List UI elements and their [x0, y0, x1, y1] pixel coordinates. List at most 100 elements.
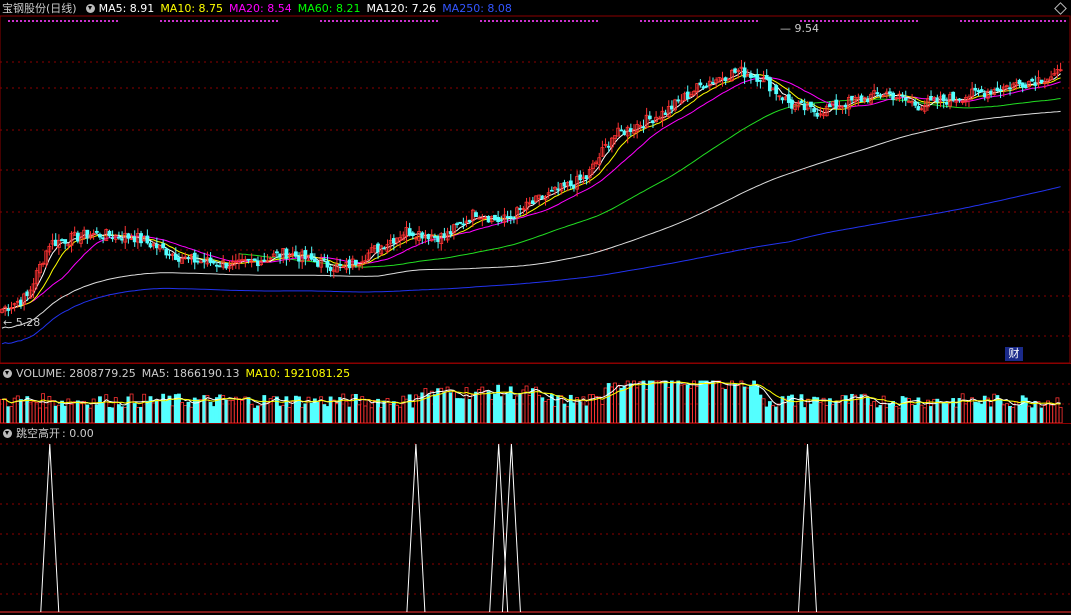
- signal-dot: [832, 20, 834, 22]
- price-chart[interactable]: — 9.54 ← 5.28: [0, 0, 1071, 364]
- volume-bar: [486, 391, 491, 424]
- signal-dot: [908, 20, 910, 22]
- signal-dot: [1024, 20, 1026, 22]
- signal-dot: [544, 20, 546, 22]
- volume-bar: [530, 388, 535, 424]
- signal-dot: [68, 20, 70, 22]
- signal-dot: [108, 20, 110, 22]
- volume-bar: [243, 396, 248, 424]
- signal-dot: [196, 20, 198, 22]
- volume-bar: [534, 386, 538, 424]
- volume-bar: [644, 388, 649, 424]
- ma20-line: [1, 76, 1061, 310]
- candle-down: [284, 248, 289, 259]
- volume-bar: [628, 383, 633, 424]
- candle-down: [252, 258, 257, 261]
- volume-chart[interactable]: [0, 364, 1071, 424]
- candle-down: [530, 200, 535, 204]
- volume-bar: [701, 380, 706, 424]
- candle-down: [186, 256, 191, 259]
- volume-bar: [117, 404, 121, 424]
- signal-dot: [396, 20, 398, 22]
- volume-bar: [976, 402, 981, 424]
- volume-bar: [410, 407, 415, 424]
- signal-dot: [1048, 20, 1050, 22]
- candle-down: [25, 291, 30, 297]
- volume-bar: [170, 405, 175, 424]
- high-price-label: — 9.54: [780, 22, 819, 35]
- candle-down: [167, 253, 172, 256]
- volume-bar: [796, 401, 801, 424]
- candle-down: [742, 67, 747, 78]
- volume-bar: [79, 403, 83, 424]
- candle-down: [338, 264, 343, 266]
- candle-down: [799, 100, 804, 103]
- signal-dot: [488, 20, 490, 22]
- signal-dot: [680, 20, 682, 22]
- volume-bar: [28, 401, 33, 424]
- candle-down: [584, 175, 589, 180]
- volume-bar: [660, 381, 665, 424]
- candle-down: [376, 243, 380, 253]
- signal-dot: [344, 20, 346, 22]
- signal-dot: [384, 20, 386, 22]
- signal-dot: [416, 20, 418, 22]
- signal-dot: [1016, 20, 1018, 22]
- ma60-line: [238, 98, 1061, 268]
- volume-bar: [347, 406, 352, 424]
- candle-down: [420, 232, 425, 239]
- candle-down: [75, 232, 80, 242]
- candle-down: [647, 115, 652, 120]
- volume-bar: [1049, 404, 1054, 424]
- signal-dot: [1044, 20, 1046, 22]
- signal-dot: [800, 20, 802, 22]
- candle-down: [1020, 82, 1025, 88]
- volume-bar: [635, 387, 640, 424]
- candle-down: [651, 120, 655, 124]
- candle-down: [663, 112, 668, 115]
- finance-badge[interactable]: 财: [1005, 347, 1023, 361]
- volume-bar: [704, 380, 709, 424]
- volume-bar: [663, 380, 668, 424]
- signal-dot: [844, 20, 846, 22]
- volume-bar: [470, 394, 475, 424]
- candle-down: [120, 238, 124, 241]
- candle-down: [474, 212, 478, 218]
- volume-bar: [246, 397, 251, 424]
- candle-down: [1030, 78, 1035, 82]
- signal-dot: [1020, 20, 1022, 22]
- signal-dot: [36, 20, 38, 22]
- candle-down: [461, 223, 466, 226]
- indicator-chart[interactable]: [0, 424, 1071, 615]
- candle-down: [670, 105, 674, 110]
- candle-down: [752, 75, 756, 78]
- candle-down: [426, 234, 431, 240]
- signal-dot: [260, 20, 262, 22]
- volume-bar: [1039, 407, 1044, 424]
- volume-bar: [821, 397, 826, 424]
- volume-bar: [1001, 404, 1006, 424]
- volume-bar: [15, 395, 20, 424]
- volume-bar: [954, 406, 959, 424]
- signal-dot: [204, 20, 206, 22]
- signal-dot: [272, 20, 274, 22]
- signal-dot: [708, 20, 710, 22]
- volume-bar: [56, 404, 61, 424]
- candle-down: [486, 216, 491, 223]
- candle-down: [749, 73, 753, 78]
- candle-down: [903, 97, 908, 101]
- volume-bar: [499, 396, 504, 424]
- signal-dot: [864, 20, 866, 22]
- signal-dot: [912, 20, 914, 22]
- signal-dot: [740, 20, 742, 22]
- signal-dot: [900, 20, 902, 22]
- volume-bar: [651, 380, 655, 424]
- signal-dot: [572, 20, 574, 22]
- volume-bar: [237, 398, 241, 424]
- signal-dot: [40, 20, 42, 22]
- volume-bar: [1055, 397, 1060, 424]
- signal-dot: [656, 20, 658, 22]
- candle-down: [549, 189, 554, 192]
- signal-dot: [212, 20, 214, 22]
- candle-down: [1033, 82, 1038, 86]
